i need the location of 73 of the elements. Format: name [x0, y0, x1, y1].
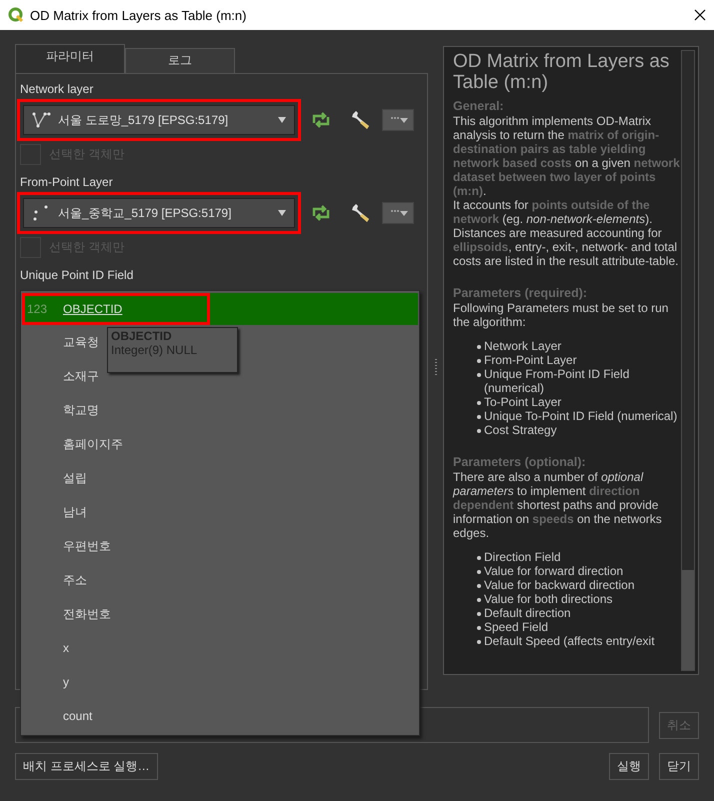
caret-icon: [278, 117, 286, 123]
dialog-button[interactable]: 닫기: [659, 753, 699, 780]
field-list-item[interactable]: 교육청: [63, 334, 99, 350]
field-list-item[interactable]: 남녀: [63, 504, 87, 520]
bullet-icon: [477, 570, 481, 574]
help-list-item: Direction Field: [484, 550, 561, 564]
field-list-item[interactable]: 홈페이지주: [63, 436, 123, 452]
help-heading: Parameters (optional):: [453, 455, 587, 470]
options-button[interactable]: [382, 202, 414, 224]
bullet-icon: [477, 556, 481, 560]
help-list-item: Default Speed (affects entry/exit: [484, 634, 655, 648]
bullet-icon: [477, 612, 481, 616]
window-title: OD Matrix from Layers as Table (m:n): [30, 8, 248, 22]
field-list-item[interactable]: x: [63, 641, 69, 655]
help-list-item: Value for backward direction: [484, 578, 635, 592]
options-button[interactable]: [382, 109, 414, 131]
bullet-icon: [477, 401, 481, 405]
help-list-item: Default direction: [484, 606, 571, 620]
help-heading: General:: [453, 99, 505, 114]
batch-process-button[interactable]: 배치 프로세스로 실행…: [15, 753, 158, 780]
field-list-item[interactable]: count: [63, 709, 92, 723]
field-list-item[interactable]: 우편번호: [63, 538, 111, 554]
bullet-icon: [477, 359, 481, 363]
help-heading: Parameters (required):: [453, 286, 588, 301]
field-type-label: 123: [27, 302, 48, 316]
wrench-icon[interactable]: [350, 109, 372, 131]
parameter-label: Network layer: [20, 82, 94, 96]
field-name: OBJECTID: [63, 302, 122, 316]
help-list-item: Network Layer: [484, 339, 562, 353]
field-list-item[interactable]: 소재구: [63, 368, 99, 384]
caret-icon: [278, 210, 286, 216]
help-list-item: Cost Strategy: [484, 423, 557, 437]
bullet-icon: [477, 598, 481, 602]
scrollbar[interactable]: [681, 50, 695, 671]
refresh-icon[interactable]: [310, 204, 332, 222]
help-list-item: Unique To-Point ID Field (numerical): [484, 409, 678, 423]
tab[interactable]: 파라미터: [15, 44, 125, 73]
parameter-label: Unique Point ID Field: [20, 268, 134, 282]
help-title: OD Matrix from Layers as Table (m:n): [453, 51, 670, 93]
bullet-icon: [477, 429, 481, 433]
bullet-icon: [477, 415, 481, 419]
field-list-item[interactable]: 주소: [63, 572, 87, 588]
help-list-item: From-Point Layer: [484, 353, 577, 367]
field-list-item[interactable]: 123 OBJECTID: [22, 293, 418, 325]
app-logo-icon: [8, 7, 24, 23]
parameter-label: From-Point Layer: [20, 175, 114, 189]
help-list-item: Unique From-Point ID Field (numerical): [484, 367, 630, 395]
bullet-icon: [477, 345, 481, 349]
dialog-button[interactable]: 실행: [609, 753, 649, 780]
bullet-icon: [477, 584, 481, 588]
splitter-handle[interactable]: [434, 358, 436, 376]
bullet-icon: [477, 640, 481, 644]
layer-dropdown[interactable]: 서울_중학교_5179 [EPSG:5179]: [23, 198, 295, 228]
bullet-icon: [477, 373, 481, 377]
field-list-item[interactable]: 전화번호: [63, 606, 111, 622]
help-paragraph: This algorithm implements OD-Matrix analysis to return the matrix of origin-destination pairs as table yielding network based costs on a given network dataset between two layer of points (m:n).: [453, 114, 681, 198]
help-paragraph: There are also a number of optional parameters to implement direction dependent shortest paths and provide information on speeds on the networks edges.: [453, 470, 663, 540]
line-layer-icon: [32, 111, 52, 129]
layer-dropdown[interactable]: 서울 도로망_5179 [EPSG:5179]: [23, 105, 295, 135]
help-paragraph: Following Parameters must be set to run the algorithm:: [453, 301, 670, 329]
field-list-item[interactable]: 학교명: [63, 402, 99, 418]
help-paragraph: It accounts for points outside of the network (eg. non-network-elements). Distances are measured accounting for ellipsoids, entry-, exit-, network- and total costs are listed in the result attribute-table.: [453, 198, 680, 268]
field-list-item[interactable]: y: [63, 675, 69, 689]
refresh-icon[interactable]: [310, 111, 332, 129]
tab[interactable]: 로그: [125, 48, 235, 73]
close-icon[interactable]: [694, 9, 706, 21]
bullet-icon: [477, 626, 481, 630]
help-list-item: Value for forward direction: [484, 564, 624, 578]
help-list-item: Value for both directions: [484, 592, 613, 606]
help-list-item: Speed Field: [484, 620, 548, 634]
wrench-icon[interactable]: [350, 202, 372, 224]
help-list-item: To-Point Layer: [484, 395, 562, 409]
field-list-item[interactable]: 설립: [63, 470, 87, 486]
